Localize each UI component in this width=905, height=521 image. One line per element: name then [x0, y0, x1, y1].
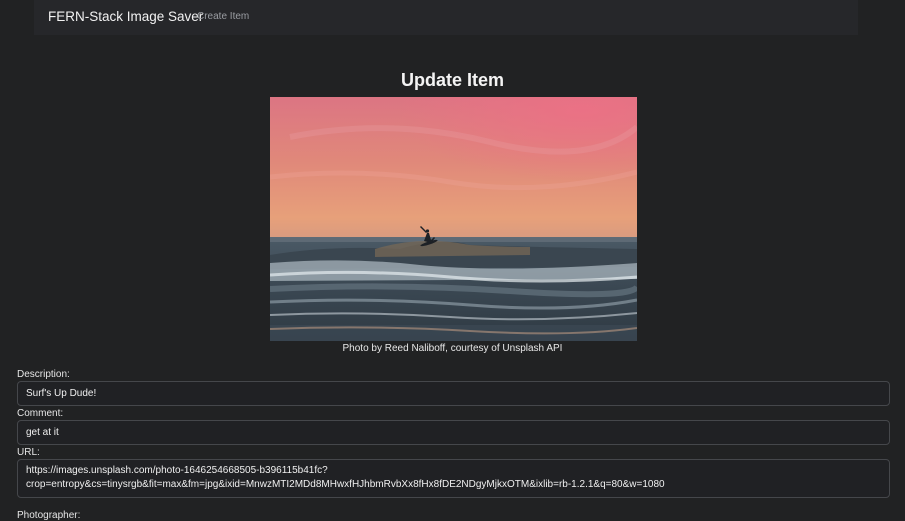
comment-value: get at it — [26, 426, 59, 438]
url-value-line-1: https://images.unsplash.com/photo-164625… — [26, 465, 328, 476]
url-textarea[interactable]: https://images.unsplash.com/photo-164625… — [17, 459, 890, 498]
brand-link[interactable]: FERN-Stack Image Saver — [48, 9, 203, 24]
surfer-photo — [270, 97, 637, 341]
url-value-line-2: crop=entropy&cs=tinysrgb&fit=max&fm=jpg&… — [26, 479, 665, 490]
url-label: URL: — [17, 447, 40, 458]
nav-link-create-item[interactable]: Create Item — [197, 11, 249, 22]
photo-credit: Photo by Reed Naliboff, courtesy of Unsp… — [342, 343, 563, 354]
navbar: FERN-Stack Image Saver Create Item — [34, 0, 858, 35]
comment-label: Comment: — [17, 408, 64, 419]
photographer-label: Photographer: — [17, 510, 81, 521]
comment-input[interactable]: get at it — [17, 420, 890, 445]
description-value: Surf's Up Dude! — [26, 387, 97, 399]
description-input[interactable]: Surf's Up Dude! — [17, 381, 890, 406]
description-label: Description: — [17, 369, 70, 380]
page-title: Update Item — [400, 70, 505, 90]
